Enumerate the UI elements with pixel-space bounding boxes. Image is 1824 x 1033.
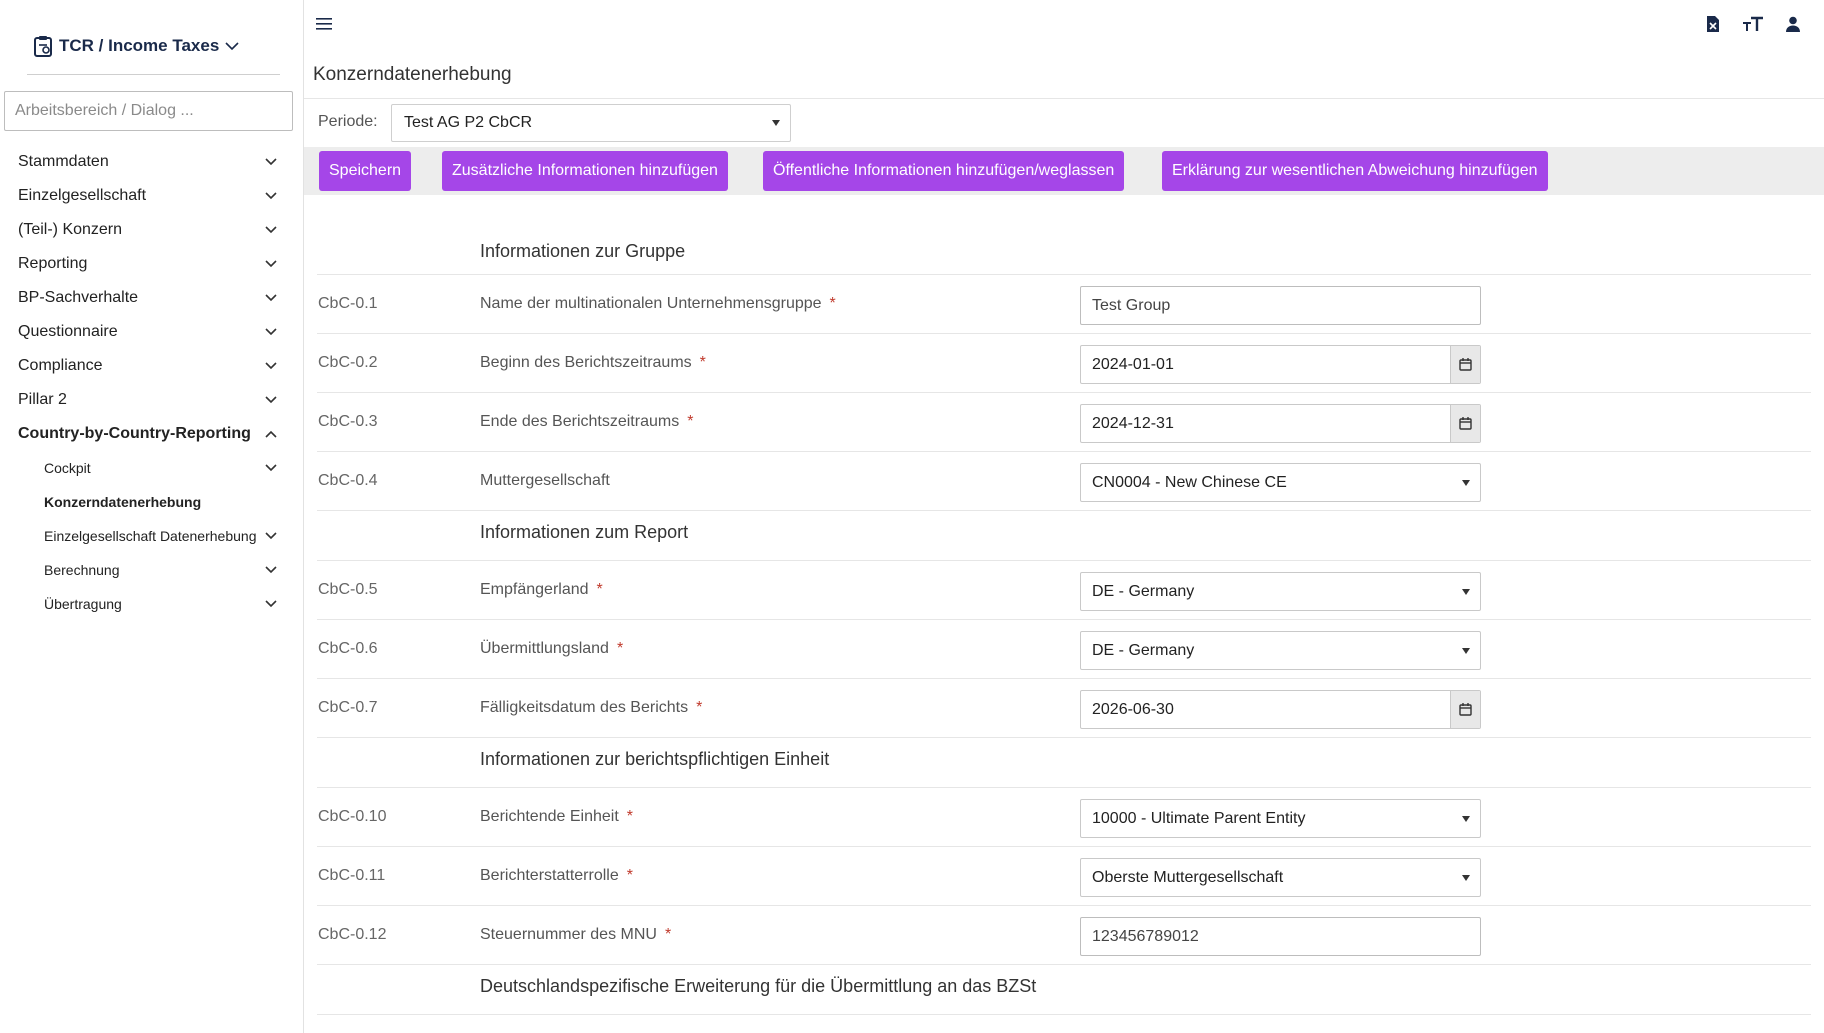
period-start-date-input[interactable]: 2024-01-01: [1080, 345, 1481, 384]
chevron-down-icon: [264, 155, 278, 169]
sidebar-subitem-konzerndatenerhebung[interactable]: Konzerndatenerhebung: [0, 485, 304, 519]
sidebar-divider: [27, 74, 280, 75]
app-title: TCR / Income Taxes: [59, 36, 220, 55]
save-button[interactable]: Speichern: [319, 151, 412, 191]
caret-down-icon: [1462, 648, 1470, 654]
chevron-down-icon: [264, 223, 278, 237]
clipboard-icon: [34, 36, 52, 57]
chevron-down-icon: [225, 42, 239, 51]
sidebar: TCR / Income Taxes Stammdaten Einzelgese…: [0, 0, 304, 1033]
cbcr-group-form: Informationen zur Gruppe CbC-0.1 Name de…: [317, 225, 1811, 1015]
periode-label: Periode:: [318, 113, 378, 130]
period-end-date-input[interactable]: 2024-12-31: [1080, 404, 1481, 443]
section-group-info: Informationen zur Gruppe: [317, 225, 1811, 275]
caret-down-icon: [1462, 875, 1470, 881]
sidebar-item-einzelgesellschaft[interactable]: Einzelgesellschaft: [0, 179, 304, 213]
form-row: CbC-0.7 Fälligkeitsdatum des Berichts * 2…: [317, 679, 1811, 738]
chevron-up-icon: [264, 427, 278, 441]
form-row: CbC-0.10 Berichtende Einheit * 10000 - Ul…: [317, 788, 1811, 847]
receiving-country-select[interactable]: DE - Germany: [1080, 572, 1481, 611]
chevron-down-icon: [264, 597, 278, 611]
top-toolbar: [1702, 13, 1804, 35]
calendar-icon[interactable]: [1450, 405, 1480, 442]
caret-down-icon: [772, 120, 780, 126]
reporter-role-select[interactable]: Oberste Muttergesellschaft: [1080, 858, 1481, 897]
form-row: CbC-0.2 Beginn des Berichtszeitraums * 20…: [317, 334, 1811, 393]
sidebar-subitem-berechnung[interactable]: Berechnung: [0, 553, 304, 587]
sidebar-subitem-uebertragung[interactable]: Übertragung: [0, 587, 304, 621]
title-divider: [304, 98, 1824, 99]
chevron-down-icon: [264, 529, 278, 543]
sidebar-item-teil-konzern[interactable]: (Teil-) Konzern: [0, 213, 304, 247]
form-row: CbC-0.12 Steuernummer des MNU *: [317, 906, 1811, 965]
tax-number-input[interactable]: [1080, 917, 1481, 956]
sidebar-item-reporting[interactable]: Reporting: [0, 247, 304, 281]
chevron-down-icon: [264, 189, 278, 203]
group-name-input[interactable]: [1080, 286, 1481, 325]
excel-export-icon[interactable]: [1702, 13, 1724, 35]
add-additional-info-button[interactable]: Zusätzliche Informationen hinzufügen: [442, 151, 728, 191]
periode-select[interactable]: Test AG P2 CbCR: [391, 104, 791, 142]
sidebar-item-cbcr[interactable]: Country-by-Country-Reporting: [0, 417, 304, 451]
calendar-icon[interactable]: [1450, 346, 1480, 383]
chevron-down-icon: [264, 461, 278, 475]
sidebar-subitem-cockpit[interactable]: Cockpit: [0, 451, 304, 485]
sidebar-item-compliance[interactable]: Compliance: [0, 349, 304, 383]
report-due-date-input[interactable]: 2026-06-30: [1080, 690, 1481, 729]
chevron-down-icon: [264, 393, 278, 407]
caret-down-icon: [1462, 816, 1470, 822]
chevron-down-icon: [264, 563, 278, 577]
section-reporting-entity-info: Informationen zur berichtspflichtigen Ei…: [317, 738, 1811, 788]
form-row: CbC-0.3 Ende des Berichtszeitraums * 2024…: [317, 393, 1811, 452]
form-row: CbC-0.5 Empfängerland * DE - Germany: [317, 561, 1811, 620]
sidebar-item-questionnaire[interactable]: Questionnaire: [0, 315, 304, 349]
chevron-down-icon: [264, 325, 278, 339]
page-title: Konzerndatenerhebung: [313, 64, 512, 85]
form-row: CbC-0.1 Name der multinationalen Unterne…: [317, 275, 1811, 334]
parent-company-select[interactable]: CN0004 - New Chinese CE: [1080, 463, 1481, 502]
chevron-down-icon: [264, 257, 278, 271]
user-icon[interactable]: [1782, 13, 1804, 35]
sidebar-item-pillar-2[interactable]: Pillar 2: [0, 383, 304, 417]
sidebar-subitem-einzelgesellschaft-datenerhebung[interactable]: Einzelgesellschaft Datenerhebung: [0, 519, 304, 553]
sidebar-item-bp-sachverhalte[interactable]: BP-Sachverhalte: [0, 281, 304, 315]
transmitting-country-select[interactable]: DE - Germany: [1080, 631, 1481, 670]
section-germany-extension: Deutschlandspezifische Erweiterung für d…: [317, 965, 1811, 1015]
caret-down-icon: [1462, 589, 1470, 595]
font-size-icon[interactable]: [1742, 13, 1764, 35]
form-row: CbC-0.11 Berichterstatterrolle * Oberste …: [317, 847, 1811, 906]
hamburger-menu-icon[interactable]: [314, 14, 334, 34]
caret-down-icon: [1462, 480, 1470, 486]
calendar-icon[interactable]: [1450, 691, 1480, 728]
sidebar-nav: Stammdaten Einzelgesellschaft (Teil-) Ko…: [0, 145, 304, 621]
section-report-info: Informationen zum Report: [317, 511, 1811, 561]
add-deviation-explanation-button[interactable]: Erklärung zur wesentlichen Abweichung hi…: [1162, 151, 1548, 191]
form-row: CbC-0.4 Muttergesellschaft CN0004 - New …: [317, 452, 1811, 511]
chevron-down-icon: [264, 291, 278, 305]
form-row: CbC-0.6 Übermittlungsland * DE - Germany: [317, 620, 1811, 679]
reporting-entity-select[interactable]: 10000 - Ultimate Parent Entity: [1080, 799, 1481, 838]
chevron-down-icon: [264, 359, 278, 373]
sidebar-item-stammdaten[interactable]: Stammdaten: [0, 145, 304, 179]
app-switcher[interactable]: TCR / Income Taxes: [33, 34, 239, 58]
toggle-public-info-button[interactable]: Öffentliche Informationen hinzufügen/weg…: [763, 151, 1125, 191]
workspace-search-input[interactable]: [4, 91, 293, 131]
